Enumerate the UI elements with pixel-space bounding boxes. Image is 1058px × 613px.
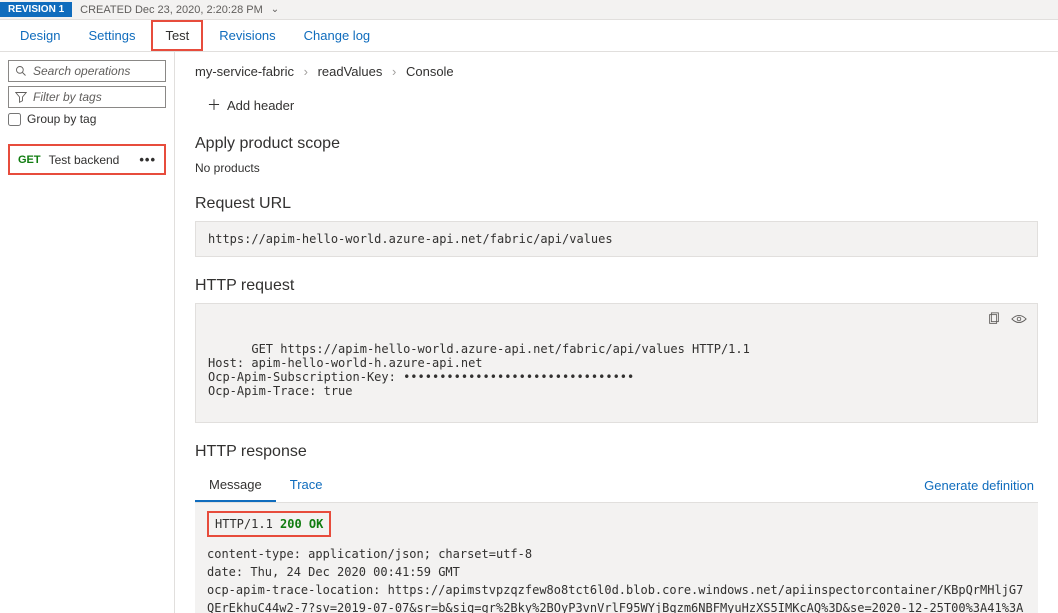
- tab-settings[interactable]: Settings: [76, 22, 147, 49]
- copy-icon[interactable]: [987, 312, 1001, 326]
- tab-changelog[interactable]: Change log: [292, 22, 383, 49]
- breadcrumb-sep: ›: [392, 64, 396, 79]
- operation-more-icon[interactable]: •••: [139, 152, 156, 167]
- chevron-down-icon[interactable]: ⌄: [271, 4, 279, 15]
- request-url-box: https://apim-hello-world.azure-api.net/f…: [195, 221, 1038, 257]
- operation-item[interactable]: GET Test backend •••: [8, 144, 166, 175]
- plus-icon: ＋: [207, 95, 221, 115]
- main-tabs: Design Settings Test Revisions Change lo…: [0, 20, 1058, 52]
- response-body: HTTP/1.1 200 OK content-type: applicatio…: [195, 503, 1038, 613]
- response-status-line: HTTP/1.1 200 OK: [207, 511, 331, 537]
- breadcrumb-seg-2[interactable]: readValues: [318, 64, 383, 79]
- response-tab-trace[interactable]: Trace: [276, 469, 337, 502]
- request-url-title: Request URL: [195, 195, 1038, 213]
- http-response-title: HTTP response: [195, 443, 1038, 461]
- operations-sidebar: Search operations Filter by tags Group b…: [0, 52, 175, 613]
- breadcrumb-sep: ›: [304, 64, 308, 79]
- no-products-text: No products: [195, 161, 1038, 175]
- created-timestamp: CREATED Dec 23, 2020, 2:20:28 PM: [72, 4, 271, 16]
- add-header-button[interactable]: ＋ Add header: [207, 95, 1038, 115]
- search-placeholder: Search operations: [33, 64, 130, 78]
- operation-method: GET: [18, 154, 41, 166]
- tab-design[interactable]: Design: [8, 22, 72, 49]
- filter-placeholder: Filter by tags: [33, 90, 102, 104]
- http-request-box: GET https://apim-hello-world.azure-api.n…: [195, 303, 1038, 423]
- search-operations-input[interactable]: Search operations: [8, 60, 166, 82]
- group-by-tag-label: Group by tag: [27, 112, 96, 126]
- response-tab-message[interactable]: Message: [195, 469, 276, 502]
- filter-tags-input[interactable]: Filter by tags: [8, 86, 166, 108]
- breadcrumb-seg-3: Console: [406, 64, 454, 79]
- reveal-icon[interactable]: [1011, 312, 1027, 326]
- main-panel: my-service-fabric › readValues › Console…: [175, 52, 1058, 613]
- apply-product-scope-title: Apply product scope: [195, 135, 1038, 153]
- http-request-text: GET https://apim-hello-world.azure-api.n…: [208, 342, 750, 398]
- tab-test[interactable]: Test: [151, 20, 203, 51]
- response-headers: content-type: application/json; charset=…: [207, 545, 1026, 613]
- http-request-title: HTTP request: [195, 277, 1038, 295]
- add-header-label: Add header: [227, 98, 294, 113]
- group-by-tag-input[interactable]: [8, 113, 21, 126]
- revision-badge: REVISION 1: [0, 2, 72, 17]
- tab-revisions[interactable]: Revisions: [207, 22, 287, 49]
- breadcrumb-seg-1[interactable]: my-service-fabric: [195, 64, 294, 79]
- status-code: 200 OK: [280, 517, 323, 531]
- generate-definition-link[interactable]: Generate definition: [924, 478, 1038, 493]
- operation-name: Test backend: [49, 153, 140, 167]
- search-icon: [15, 65, 27, 77]
- group-by-tag-checkbox[interactable]: Group by tag: [8, 112, 166, 126]
- filter-icon: [15, 91, 27, 103]
- status-protocol: HTTP/1.1: [215, 517, 280, 531]
- breadcrumb: my-service-fabric › readValues › Console: [195, 64, 1038, 79]
- top-revision-bar: REVISION 1 CREATED Dec 23, 2020, 2:20:28…: [0, 0, 1058, 20]
- response-tabs: Message Trace Generate definition: [195, 469, 1038, 503]
